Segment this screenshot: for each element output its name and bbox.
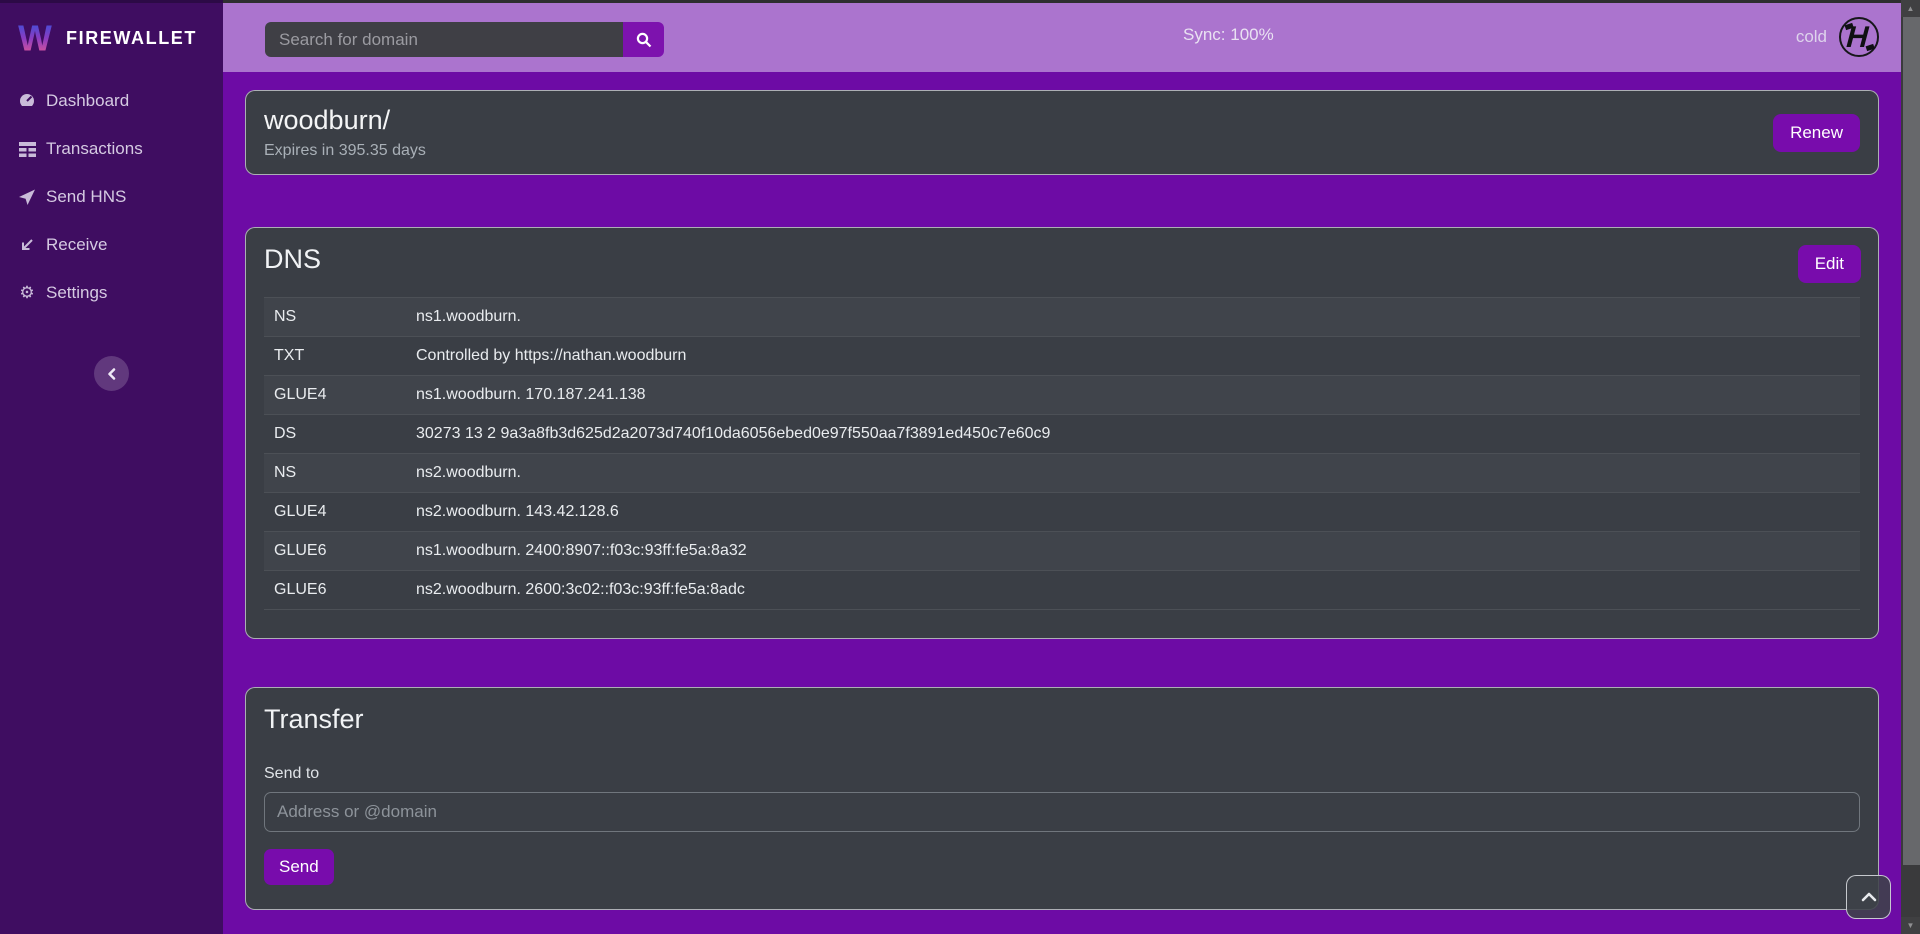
edit-dns-button[interactable]: Edit (1798, 245, 1861, 283)
table-row: DS30273 13 2 9a3a8fb3d625d2a2073d740f10d… (264, 415, 1860, 454)
dns-title: DNS (264, 244, 1860, 275)
record-value: ns1.woodburn. 170.187.241.138 (406, 376, 1860, 415)
chevron-left-icon (106, 368, 118, 380)
scrollbar-down-arrow-icon[interactable]: ▼ (1901, 917, 1920, 934)
domain-card: woodburn/ Expires in 395.35 days Renew (245, 90, 1879, 175)
search-icon (636, 32, 652, 48)
sidebar-item-label: Settings (46, 283, 107, 303)
chevron-up-icon (1861, 892, 1877, 902)
record-type: NS (264, 454, 406, 493)
handshake-logo-icon: H (1837, 15, 1881, 59)
topbar: Sync: 100% cold H (223, 0, 1901, 72)
domain-expiry: Expires in 395.35 days (264, 142, 426, 160)
sidebar-item-send-hns[interactable]: Send HNS (0, 173, 223, 221)
domain-card-text: woodburn/ Expires in 395.35 days (264, 105, 426, 160)
wallet-name: cold (1796, 27, 1827, 47)
record-value: ns2.woodburn. (406, 454, 1860, 493)
send-button[interactable]: Send (264, 849, 334, 885)
record-type: GLUE4 (264, 493, 406, 532)
record-type: GLUE4 (264, 376, 406, 415)
app-title: FIREWALLET (66, 28, 197, 49)
table-row: NSns1.woodburn. (264, 298, 1860, 337)
record-type: NS (264, 298, 406, 337)
table-row: NSns2.woodburn. (264, 454, 1860, 493)
sidebar-item-transactions[interactable]: Transactions (0, 125, 223, 173)
send-icon (18, 188, 36, 206)
search-button[interactable] (623, 22, 664, 57)
table-row: GLUE6ns2.woodburn. 2600:3c02::f03c:93ff:… (264, 571, 1860, 610)
record-value: ns1.woodburn. (406, 298, 1860, 337)
record-value: 30273 13 2 9a3a8fb3d625d2a2073d740f10da6… (406, 415, 1860, 454)
sidebar-item-settings[interactable]: ⚙ Settings (0, 269, 223, 317)
table-row: GLUE6ns1.woodburn. 2400:8907::f03c:93ff:… (264, 532, 1860, 571)
sidebar-item-label: Receive (46, 235, 107, 255)
record-type: DS (264, 415, 406, 454)
scrollbar-up-arrow-icon[interactable]: ▲ (1901, 0, 1920, 17)
sync-status: Sync: 100% (1183, 25, 1274, 45)
sidebar-item-label: Dashboard (46, 91, 129, 111)
record-value: ns2.woodburn. 2600:3c02::f03c:93ff:fe5a:… (406, 571, 1860, 610)
record-type: TXT (264, 337, 406, 376)
dns-card: DNS Edit NSns1.woodburn. TXTControlled b… (245, 227, 1879, 639)
app-logo[interactable]: W FIREWALLET (0, 3, 223, 77)
table-row: GLUE4ns1.woodburn. 170.187.241.138 (264, 376, 1860, 415)
transactions-icon (18, 140, 36, 158)
wallet-selector[interactable]: cold H (1796, 15, 1881, 59)
record-value: Controlled by https://nathan.woodburn (406, 337, 1860, 376)
domain-title: woodburn/ (264, 105, 426, 136)
record-value: ns2.woodburn. 143.42.128.6 (406, 493, 1860, 532)
sidebar-collapse-button[interactable] (94, 356, 129, 391)
transfer-title: Transfer (264, 704, 1860, 735)
record-type: GLUE6 (264, 532, 406, 571)
main-content: woodburn/ Expires in 395.35 days Renew D… (223, 72, 1901, 934)
table-row: GLUE4ns2.woodburn. 143.42.128.6 (264, 493, 1860, 532)
search-input[interactable] (265, 22, 623, 57)
record-type: GLUE6 (264, 571, 406, 610)
dns-records-table: NSns1.woodburn. TXTControlled by https:/… (264, 297, 1860, 610)
firewallet-logo-icon: W (14, 17, 56, 59)
record-value: ns1.woodburn. 2400:8907::f03c:93ff:fe5a:… (406, 532, 1860, 571)
svg-text:W: W (18, 19, 52, 59)
scrollbar-thumb[interactable] (1903, 17, 1920, 865)
sidebar: W FIREWALLET Dashboard Transactions Send… (0, 0, 223, 934)
settings-icon: ⚙ (18, 284, 36, 302)
domain-search (265, 22, 664, 57)
transfer-card: Transfer Send to Send (245, 687, 1879, 910)
sidebar-item-label: Send HNS (46, 187, 126, 207)
send-to-label: Send to (264, 765, 1860, 783)
vertical-scrollbar[interactable]: ▲ ▼ (1901, 0, 1920, 934)
sidebar-item-label: Transactions (46, 139, 143, 159)
sidebar-item-receive[interactable]: Receive (0, 221, 223, 269)
scroll-to-top-button[interactable] (1846, 875, 1891, 919)
table-row: TXTControlled by https://nathan.woodburn (264, 337, 1860, 376)
sidebar-item-dashboard[interactable]: Dashboard (0, 77, 223, 125)
receive-icon (18, 236, 36, 254)
renew-button[interactable]: Renew (1773, 114, 1860, 152)
transfer-address-input[interactable] (264, 792, 1860, 832)
dashboard-icon (18, 92, 36, 110)
